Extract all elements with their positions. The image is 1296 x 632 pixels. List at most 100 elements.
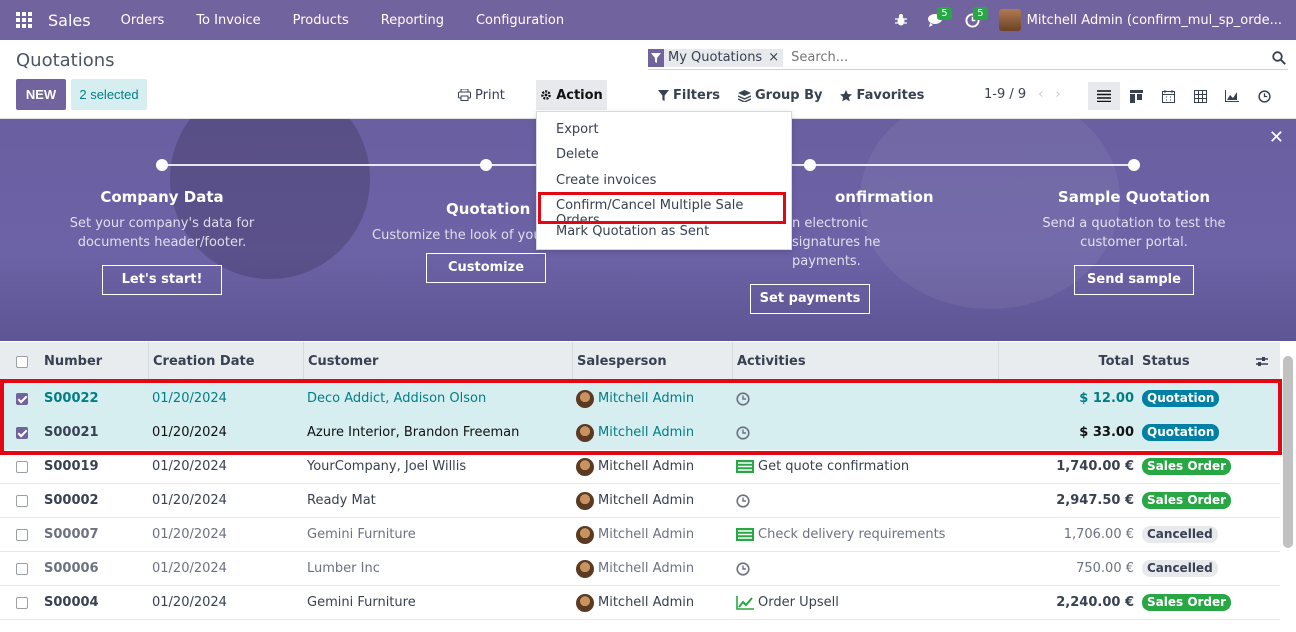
col-customer[interactable]: Customer [303,341,572,382]
search-facet[interactable]: My Quotations × [664,48,784,67]
upsell-chart-icon [736,595,754,610]
status-badge: Sales Order [1142,458,1232,475]
col-number[interactable]: Number [40,342,148,382]
avatar [576,423,594,442]
row-checkbox[interactable] [0,494,40,507]
control-panel: Quotations NEW 2 selected Print Action M… [0,40,1296,119]
facet-label: My Quotations [668,50,763,65]
table-row[interactable]: S00004 01/20/2024 Gemini Furniture Mitch… [0,586,1280,620]
status-badge: Sales Order [1142,492,1232,509]
scrollbar[interactable] [1283,356,1293,548]
activity-summary: Order Upsell [758,595,839,610]
col-activities[interactable]: Activities [732,341,998,382]
row-checkbox[interactable] [0,528,40,541]
order-customer: Azure Interior, Brandon Freeman [307,425,520,440]
lets-start-button[interactable]: Let's start! [102,265,222,295]
order-number: S00021 [44,425,99,440]
menu-item-create-invoices[interactable]: Create invoices [556,173,656,188]
table-row[interactable]: S00021 01/20/2024 Azure Interior, Brando… [0,416,1280,450]
graph-view-icon[interactable] [1216,82,1248,110]
gear-icon [541,90,551,100]
order-total: 750.00 € [1076,561,1134,576]
quotations-table: Number Creation Date Customer Salesperso… [0,341,1280,620]
col-salesperson[interactable]: Salesperson [572,341,732,382]
top-navbar: Sales Orders To Invoice Products Reporti… [0,0,1296,40]
table-row[interactable]: S00022 01/20/2024 Deco Addict, Addison O… [0,382,1280,416]
status-badge: Quotation [1142,390,1220,407]
table-row[interactable]: S00019 01/20/2024 YourCompany, Joel Will… [0,450,1280,484]
order-activity[interactable]: Get quote confirmation [732,459,998,474]
filters-label: Filters [673,88,720,103]
order-salesperson: Mitchell Admin [572,457,732,476]
chat-icon[interactable]: 5 [919,0,955,40]
menu-reporting[interactable]: Reporting [365,13,460,28]
row-checkbox[interactable] [0,426,40,439]
calendar-view-icon[interactable] [1152,82,1184,110]
bug-icon[interactable] [883,0,919,40]
star-icon [840,89,853,101]
order-customer: YourCompany, Joel Willis [307,459,467,474]
send-sample-button[interactable]: Send sample [1074,265,1194,295]
list-view-icon[interactable] [1088,82,1120,110]
order-activity[interactable]: Order Upsell [732,595,998,610]
order-customer: Lumber Inc [307,561,380,576]
main-menu: Orders To Invoice Products Reporting Con… [105,13,581,28]
menu-configuration[interactable]: Configuration [460,13,580,28]
facet-remove-icon[interactable]: × [768,50,779,65]
col-creation-date[interactable]: Creation Date [148,341,303,382]
order-activity[interactable]: Check delivery requirements [732,527,998,542]
app-name[interactable]: Sales [48,11,91,30]
user-menu[interactable]: Mitchell Admin (confirm_mul_sp_orde... [998,9,1282,31]
selected-count-button[interactable]: 2 selected [71,79,147,110]
order-status: Sales Order [1138,458,1252,475]
menu-item-mark-sent[interactable]: Mark Quotation as Sent [556,224,709,239]
col-status[interactable]: Status [1138,342,1252,382]
set-payments-button[interactable]: Set payments [750,284,870,314]
app-menu-icon[interactable] [0,0,48,40]
print-button[interactable]: Print [458,84,505,106]
kanban-view-icon[interactable] [1120,82,1152,110]
favorites-toggle[interactable]: Favorites [840,88,924,103]
close-icon[interactable]: ✕ [1269,127,1284,148]
col-total[interactable]: Total [998,341,1138,382]
order-activity[interactable] [732,561,998,576]
row-checkbox[interactable] [0,562,40,575]
step-description: Send a quotation to test the customer po… [1042,216,1226,250]
pager-prev-icon[interactable]: ‹ [1038,87,1043,102]
customize-button[interactable]: Customize [426,253,546,283]
order-salesperson: Mitchell Admin [572,593,732,612]
order-activity[interactable] [732,425,998,440]
order-status: Cancelled [1138,560,1252,577]
filters-toggle[interactable]: Filters [658,88,720,103]
menu-item-delete[interactable]: Delete [556,147,599,162]
action-button[interactable]: Action [536,80,607,110]
groupby-toggle[interactable]: Group By [737,88,823,103]
filter-icon [658,90,669,101]
search-bar: My Quotations × [648,46,1288,70]
pivot-view-icon[interactable] [1184,82,1216,110]
table-row[interactable]: S00006 01/20/2024 Lumber Inc Mitchell Ad… [0,552,1280,586]
pager-value[interactable]: 1-9 / 9 [984,87,1026,102]
optional-columns-icon[interactable] [1252,342,1280,382]
menu-to-invoice[interactable]: To Invoice [180,13,276,28]
table-row[interactable]: S00007 01/20/2024 Gemini Furniture Mitch… [0,518,1280,552]
row-checkbox[interactable] [0,596,40,609]
row-checkbox[interactable] [0,392,40,405]
activity-clock-icon[interactable]: 5 [955,0,991,40]
activity-view-icon[interactable] [1248,82,1280,110]
row-checkbox[interactable] [0,460,40,473]
menu-products[interactable]: Products [277,13,365,28]
search-input[interactable] [783,47,1270,68]
order-activity[interactable] [732,493,998,508]
menu-item-export[interactable]: Export [556,122,599,137]
select-all-checkbox[interactable] [0,342,40,382]
menu-orders[interactable]: Orders [105,13,181,28]
order-total: 1,740.00 € [1056,459,1134,474]
groupby-label: Group By [754,88,823,103]
search-icon[interactable] [1270,50,1288,65]
order-activity[interactable] [732,391,998,406]
pager-next-icon[interactable]: › [1055,87,1060,102]
table-row[interactable]: S00002 01/20/2024 Ready Mat Mitchell Adm… [0,484,1280,518]
clock-icon [736,561,750,576]
new-button[interactable]: NEW [16,79,66,110]
